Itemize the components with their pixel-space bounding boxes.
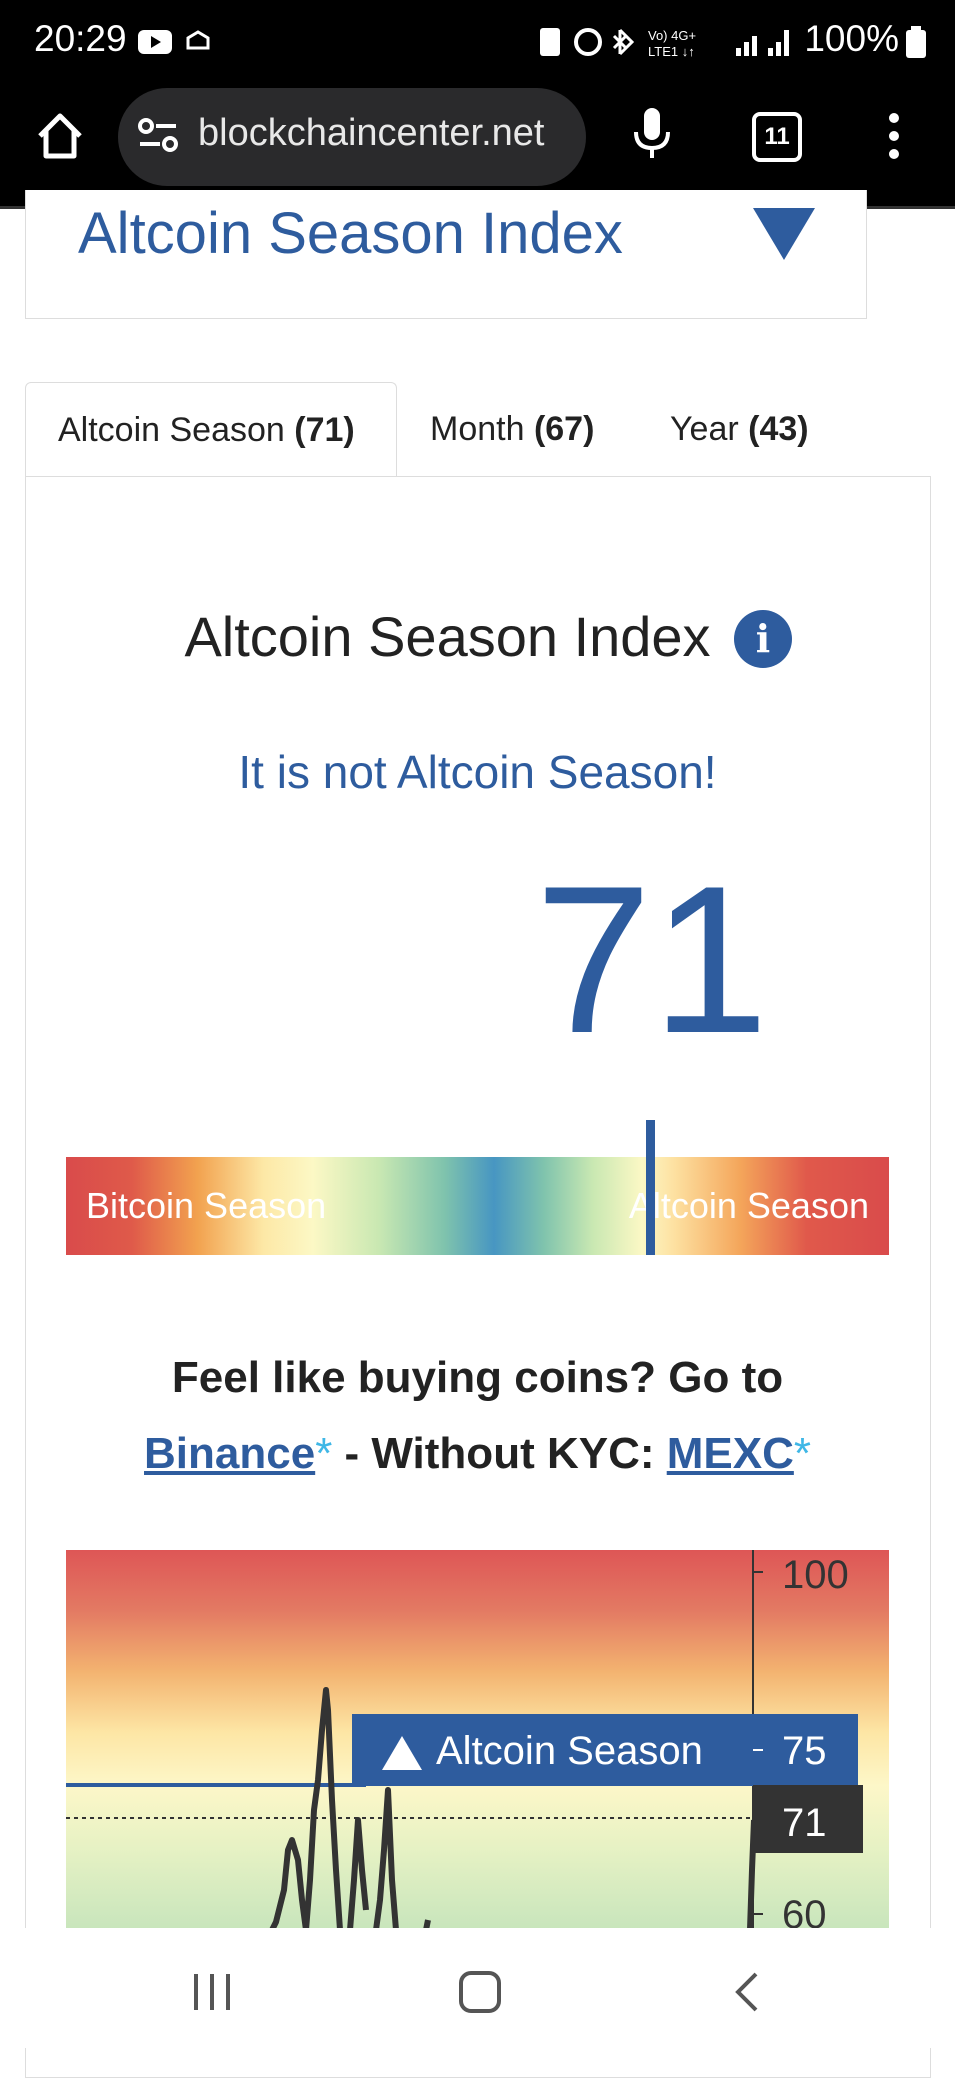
- season-status: It is not Altcoin Season!: [238, 746, 717, 798]
- promo-text: Feel like buying coins? Go to Binance* -…: [144, 1353, 811, 1478]
- tab-year[interactable]: Year (43): [670, 382, 809, 476]
- dropdown-title: Altcoin Season Index: [78, 201, 623, 266]
- tab-switcher-button[interactable]: 11: [752, 112, 802, 162]
- microphone-icon[interactable]: [632, 106, 672, 167]
- tick-label-60: 60: [782, 1893, 827, 1930]
- index-value: 71: [535, 842, 769, 1077]
- battery-icon: [905, 26, 927, 63]
- chart-svg: Altcoin Season 71 100 75 60: [66, 1550, 863, 1930]
- mexc-link[interactable]: MEXC: [667, 1429, 794, 1478]
- svg-text:Vo) 4G+: Vo) 4G+: [648, 28, 696, 43]
- youtube-icon: [138, 28, 174, 61]
- back-icon[interactable]: [730, 1970, 762, 2019]
- tick-label-100: 100: [782, 1553, 849, 1597]
- bitcoin-season-label: Bitcoin Season: [86, 1185, 327, 1226]
- url-text[interactable]: blockchaincenter.net: [198, 112, 544, 155]
- index-marker: [646, 1120, 655, 1255]
- more-options-icon[interactable]: [886, 112, 902, 165]
- index-chart: Altcoin Season 71 100 75 60: [66, 1550, 889, 1930]
- altcoin-season-label: Altcoin Season: [628, 1185, 869, 1226]
- index-dropdown[interactable]: Altcoin Season Index: [25, 190, 867, 319]
- current-value-tick: 71: [782, 1801, 827, 1845]
- system-nav-bar: [0, 1928, 955, 2048]
- home-nav-icon[interactable]: [458, 1970, 502, 2019]
- tick-label-75: 75: [782, 1729, 827, 1773]
- tab-altcoin-season[interactable]: Altcoin Season (71): [25, 382, 397, 476]
- recent-apps-icon[interactable]: [192, 1972, 232, 2017]
- threshold-label: Altcoin Season: [436, 1729, 703, 1773]
- status-icons: Vo) 4G+ LTE1 ↓↑: [536, 24, 796, 65]
- site-settings-icon[interactable]: [138, 118, 178, 159]
- status-bar: 20:29 Vo) 4G+ LTE1 ↓↑ 100%: [0, 0, 955, 82]
- index-heading: Altcoin Season Index: [184, 605, 711, 668]
- triangle-down-icon[interactable]: [753, 208, 815, 265]
- clock: 20:29: [34, 18, 127, 59]
- home-icon[interactable]: [34, 110, 86, 167]
- binance-link[interactable]: Binance: [144, 1429, 315, 1478]
- cloud-icon: [182, 26, 214, 61]
- info-icon[interactable]: i: [734, 610, 792, 668]
- season-gradient-bar: Bitcoin Season Altcoin Season: [66, 1157, 889, 1255]
- battery-level: 100%: [804, 18, 899, 59]
- tab-month[interactable]: Month (67): [430, 382, 594, 476]
- address-bar[interactable]: blockchaincenter.net: [118, 88, 586, 186]
- svg-text:LTE1 ↓↑: LTE1 ↓↑: [648, 44, 695, 59]
